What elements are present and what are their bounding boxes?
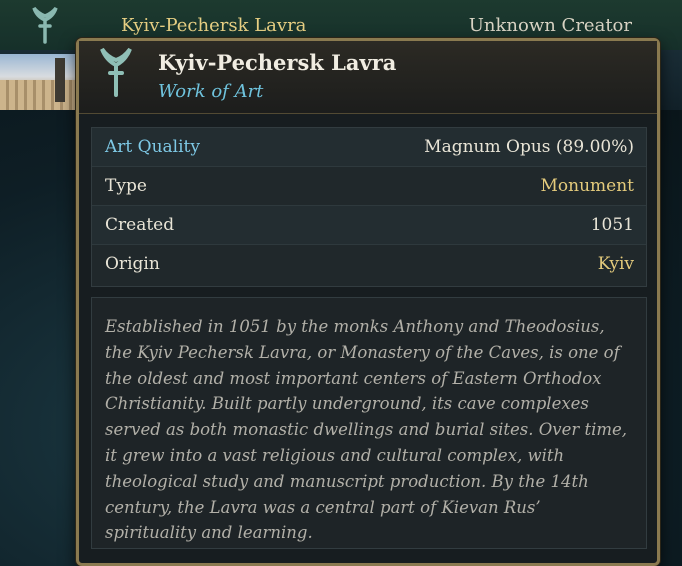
tooltip-header: Kyiv-Pechersk Lavra Work of Art — [79, 41, 657, 114]
stat-value: Kyiv — [597, 254, 634, 274]
artwork-tooltip: Kyiv-Pechersk Lavra Work of Art Art Qual… — [76, 38, 660, 566]
description-text: Established in 1051 by the monks Anthony… — [105, 317, 628, 543]
trident-emblem-icon — [32, 6, 58, 44]
artwork-creator: Unknown Creator — [468, 15, 632, 36]
artwork-list-title[interactable]: Kyiv-Pechersk Lavra — [121, 15, 306, 36]
artwork-thumbnail[interactable] — [0, 54, 78, 110]
stat-label: Type — [105, 176, 147, 196]
thumbnail-statue — [55, 58, 65, 102]
stat-value: Magnum Opus (89.00%) — [424, 137, 634, 157]
stats-table: Art Quality Magnum Opus (89.00%) Type Mo… — [91, 127, 647, 287]
stat-row-created: Created 1051 — [92, 206, 646, 245]
stat-row-origin: Origin Kyiv — [92, 245, 646, 284]
stat-label[interactable]: Art Quality — [105, 137, 200, 157]
stat-row-type: Type Monument — [92, 167, 646, 206]
stat-value: Monument — [540, 176, 635, 196]
stat-row-art-quality: Art Quality Magnum Opus (89.00%) — [92, 128, 646, 167]
stat-label: Origin — [105, 254, 160, 274]
trident-emblem-icon — [100, 47, 132, 97]
thumbnail-building — [0, 80, 78, 110]
stat-label: Created — [105, 215, 175, 235]
tooltip-subtitle: Work of Art — [158, 81, 264, 102]
tooltip-title: Kyiv-Pechersk Lavra — [158, 50, 397, 75]
stat-value: 1051 — [590, 215, 634, 235]
description-box: Established in 1051 by the monks Anthony… — [91, 297, 647, 549]
